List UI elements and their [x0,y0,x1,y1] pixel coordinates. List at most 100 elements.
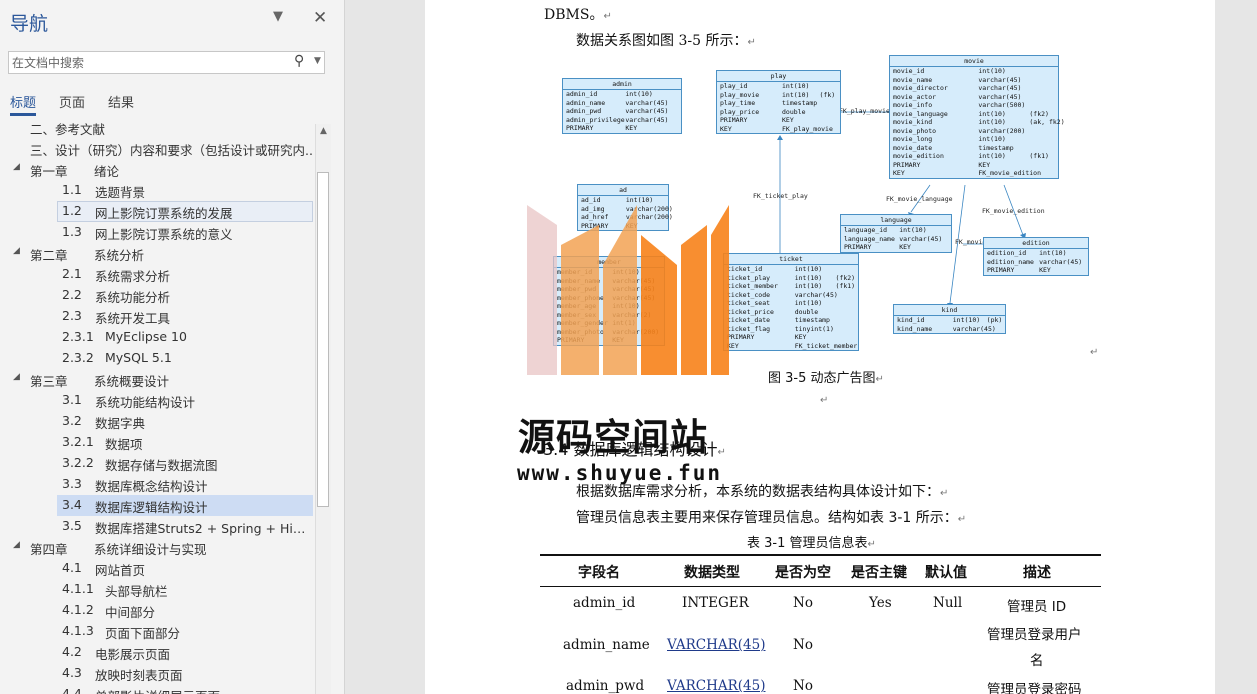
nav-item-number: 3.4 [62,497,82,512]
entity-field-type: KEY [1039,266,1051,274]
entity-field-name: admin_pwd [566,107,602,115]
nav-item-number: 三、设计（研究）内容和要求（包括设计或研究内... [30,143,314,158]
doc-line-dbms: DBMS。↵ [544,7,612,23]
expand-caret-icon[interactable]: ◢ [13,372,20,382]
nav-item-number: 4.1 [62,560,82,575]
nav-tree-item[interactable]: 3.3 数据库概念结构设计 [0,474,314,495]
nav-tree-item[interactable]: 4.1.2 中间部分 [0,600,314,621]
nav-tree-item[interactable]: 3.2.2 数据存储与数据流图 [0,453,314,474]
nav-item-number: 4.1.3 [62,623,94,638]
nav-tree-item[interactable]: ◢ 第二章 系统分析 [0,243,314,264]
nav-tree-item[interactable]: 2.3.1 MyEclipse 10 [0,327,314,348]
search-icon[interactable]: ⚲ [294,53,304,69]
entity-field-type: double [782,107,806,116]
tab-pages[interactable]: 页面 [59,92,85,111]
scroll-thumb[interactable] [317,172,329,507]
nav-tree-item[interactable]: 1.1 选题背景 [0,180,314,201]
nav-tree-item[interactable]: 3.1 系统功能结构设计 [0,390,314,411]
entity-field-name: KEY [720,124,732,133]
nav-item-label: 单部影片详细展示页面 [95,686,220,694]
nav-tree-item[interactable]: 1.3 网上影院订票系统的意义 [0,222,314,243]
entity-title: kind [894,305,1005,316]
nav-tree-item[interactable]: 4.1.3 页面下面部分 [0,621,314,642]
nav-tree-item[interactable]: ◢ 第四章 系统详细设计与实现 [0,537,314,558]
entity-field-key: (fk1) [1029,152,1049,160]
table-header-cell: 描述 [1023,565,1051,581]
entity-field-row: ad_id int(10) [578,196,668,205]
entity-field-name: PRIMARY [893,160,921,169]
nav-tree-item[interactable]: 4.1.1 头部导航栏 [0,579,314,600]
close-icon[interactable]: ✕ [313,8,327,28]
fk-label: FK_play_movie [839,107,890,115]
entity-field-name: movie_kind [893,118,933,126]
entity-field-row: movie_edition int(10) (fk1) [890,152,1058,161]
nav-item-label: 电影展示页面 [95,647,171,662]
nav-tree-item[interactable]: 3.4 数据库逻辑结构设计 [0,495,314,516]
expand-caret-icon[interactable]: ◢ [13,540,20,550]
entity-field-row: movie_photo varchar(200) [890,127,1058,136]
nav-item-highlight [57,348,313,369]
entity-field-name: PRIMARY [566,124,594,132]
tab-results[interactable]: 结果 [108,92,134,111]
nav-tree-item[interactable]: 2.3.2 MySQL 5.1 [0,348,314,369]
expand-caret-icon[interactable]: ◢ [13,246,20,256]
search-box: ⚲ ▼ [8,51,325,74]
nav-tree-item[interactable]: 1.2 网上影院订票系统的发展 [0,201,314,222]
entity-field-name: movie_date [893,143,933,152]
entity-field-name: PRIMARY [844,243,872,251]
paragraph-mark: ↵ [747,37,756,48]
nav-tree-item[interactable]: 3.2.1 数据项 [0,432,314,453]
nav-tree-item[interactable]: 4.4 单部影片详细展示页面 [0,684,314,694]
nav-tree-item[interactable]: ◢ 第三章 系统概要设计 [0,369,314,390]
pane-options-chevron-icon[interactable]: ▼ [273,9,283,24]
nav-tree-item[interactable]: 3.5 数据库搭建Struts2 + Spring + Hiber... [0,516,314,537]
entity-field-name: play_time [720,99,756,107]
nav-tree-item[interactable]: 4.1 网站首页 [0,558,314,579]
nav-tree-item[interactable]: 4.2 电影展示页面 [0,642,314,663]
nav-tree-item[interactable]: 2.1 系统需求分析 [0,264,314,285]
entity-field-type: varchar(500) [978,101,1026,109]
entity-field-row: movie_language int(10) (fk2) [890,110,1058,119]
table-top-rule [540,554,1101,556]
entity-field-type: KEY [794,333,807,341]
nav-tree-item[interactable]: 2.3 系统开发工具 [0,306,314,327]
entity-field-name: movie_name [893,75,933,84]
search-input[interactable] [12,53,282,72]
nav-item-number: 4.1.2 [62,602,94,617]
entity-field-type: KEY [978,160,991,169]
tab-headings[interactable]: 标题 [10,92,36,111]
scrollbar[interactable]: ▲ [315,124,331,694]
search-options-chevron-icon[interactable]: ▼ [314,56,321,66]
nav-tree-item[interactable]: 二、参考文献 [0,117,314,138]
paragraph-mark: ↵ [867,539,876,550]
nav-item-label: 系统分析 [94,248,145,263]
entity-field-name: language_name [844,234,895,243]
entity-field-type: timestamp [794,316,830,324]
entity-field-type: int(10) [794,273,823,282]
table-header-cell: 字段名 [578,565,620,581]
expand-caret-icon[interactable]: ◢ [13,162,20,172]
entity-field-row: KEY FK_movie_edition [890,169,1058,178]
nav-tree-item[interactable]: ◢ 第一章 绪论 [0,159,314,180]
table-header-cell: 默认值 [925,565,967,581]
table-cell: 管理员 ID [1007,599,1067,615]
scroll-up-arrow-icon[interactable]: ▲ [316,124,331,139]
entity-field-name: PRIMARY [987,266,1015,274]
nav-tree-item[interactable]: 3.2 数据字典 [0,411,314,432]
nav-tree-item[interactable]: 三、设计（研究）内容和要求（包括设计或研究内... [0,138,314,159]
nav-tree-item[interactable]: 4.3 放映时刻表页面 [0,663,314,684]
entity-field-row: movie_info varchar(500) [890,101,1058,110]
nav-item-number: 第一章 [30,164,68,179]
paragraph-mark: ↵ [940,488,949,499]
entity-field-row: admin_id int(10) [563,90,681,99]
nav-item-label: 头部导航栏 [105,584,168,599]
entity-field-type: varchar(45) [899,234,943,243]
entity-field-name: movie_actor [893,92,937,101]
nav-item-label: 系统功能结构设计 [95,395,196,410]
nav-item-number: 第三章 [30,374,68,389]
nav-tree-item[interactable]: 2.2 系统功能分析 [0,285,314,306]
entity-field-name: movie_info [893,101,933,109]
table-cell: 管理员登录用户 [987,627,1082,643]
entity-field-type: varchar(45) [625,107,669,115]
entity-field-name: edition_name [987,257,1034,266]
